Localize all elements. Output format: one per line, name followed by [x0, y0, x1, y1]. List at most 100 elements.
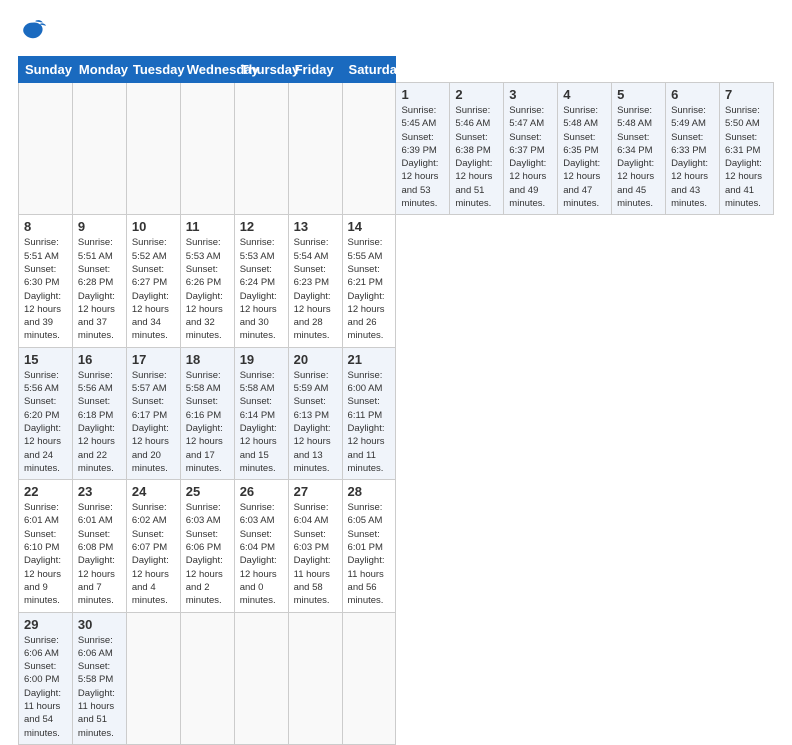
calendar-cell: 2 Sunrise: 5:46 AMSunset: 6:38 PMDaylight…: [450, 83, 504, 215]
calendar-header-wednesday: Wednesday: [180, 57, 234, 83]
calendar-header-sunday: Sunday: [19, 57, 73, 83]
calendar-cell: 20Sunrise: 5:59 AMSunset: 6:13 PMDayligh…: [288, 347, 342, 479]
day-info: Sunrise: 5:49 AMSunset: 6:33 PMDaylight:…: [671, 104, 714, 210]
calendar-cell: 1Sunrise: 5:45 AMSunset: 6:39 PMDaylight…: [396, 83, 450, 215]
day-number: 12: [240, 219, 283, 234]
calendar-cell: [180, 612, 234, 744]
calendar-cell: [234, 83, 288, 215]
day-number: 23: [78, 484, 121, 499]
day-number: 2: [455, 87, 498, 102]
day-number: 9: [78, 219, 121, 234]
calendar-cell: [342, 612, 396, 744]
day-info: Sunrise: 5:48 AMSunset: 6:35 PMDaylight:…: [563, 104, 606, 210]
day-number: 27: [294, 484, 337, 499]
calendar-cell: [19, 83, 73, 215]
day-info: Sunrise: 5:51 AMSunset: 6:28 PMDaylight:…: [78, 236, 121, 342]
calendar-cell: 29 Sunrise: 6:06 AMSunset: 6:00 PMDayligh…: [19, 612, 73, 744]
calendar-cell: 8 Sunrise: 5:51 AMSunset: 6:30 PMDaylight…: [19, 215, 73, 347]
day-number: 8: [24, 219, 67, 234]
calendar-header-thursday: Thursday: [234, 57, 288, 83]
day-number: 1: [401, 87, 444, 102]
calendar-cell: 25Sunrise: 6:03 AMSunset: 6:06 PMDayligh…: [180, 480, 234, 612]
day-number: 28: [348, 484, 391, 499]
day-info: Sunrise: 6:03 AMSunset: 6:04 PMDaylight:…: [240, 501, 283, 607]
calendar-cell: 16 Sunrise: 5:56 AMSunset: 6:18 PMDayligh…: [72, 347, 126, 479]
day-number: 5: [617, 87, 660, 102]
day-info: Sunrise: 5:56 AMSunset: 6:18 PMDaylight:…: [78, 369, 121, 475]
day-info: Sunrise: 6:06 AMSunset: 5:58 PMDaylight:…: [78, 634, 121, 740]
day-info: Sunrise: 5:47 AMSunset: 6:37 PMDaylight:…: [509, 104, 552, 210]
day-info: Sunrise: 6:05 AMSunset: 6:01 PMDaylight:…: [348, 501, 391, 607]
logo-icon: [18, 18, 46, 46]
calendar-cell: 13Sunrise: 5:54 AMSunset: 6:23 PMDayligh…: [288, 215, 342, 347]
calendar-cell: [72, 83, 126, 215]
day-number: 4: [563, 87, 606, 102]
day-info: Sunrise: 5:59 AMSunset: 6:13 PMDaylight:…: [294, 369, 337, 475]
calendar-cell: [288, 83, 342, 215]
day-info: Sunrise: 5:48 AMSunset: 6:34 PMDaylight:…: [617, 104, 660, 210]
day-number: 16: [78, 352, 121, 367]
day-number: 6: [671, 87, 714, 102]
calendar-cell: 7 Sunrise: 5:50 AMSunset: 6:31 PMDaylight…: [719, 83, 773, 215]
calendar-cell: 21Sunrise: 6:00 AMSunset: 6:11 PMDayligh…: [342, 347, 396, 479]
day-number: 24: [132, 484, 175, 499]
calendar-table: SundayMondayTuesdayWednesdayThursdayFrid…: [18, 56, 774, 745]
calendar-header-tuesday: Tuesday: [126, 57, 180, 83]
calendar-cell: 9 Sunrise: 5:51 AMSunset: 6:28 PMDaylight…: [72, 215, 126, 347]
calendar-cell: 22Sunrise: 6:01 AMSunset: 6:10 PMDayligh…: [19, 480, 73, 612]
day-number: 21: [348, 352, 391, 367]
calendar-header-row: SundayMondayTuesdayWednesdayThursdayFrid…: [19, 57, 774, 83]
day-info: Sunrise: 5:57 AMSunset: 6:17 PMDaylight:…: [132, 369, 175, 475]
calendar-week-row: 29 Sunrise: 6:06 AMSunset: 6:00 PMDayligh…: [19, 612, 774, 744]
day-info: Sunrise: 5:58 AMSunset: 6:14 PMDaylight:…: [240, 369, 283, 475]
day-number: 30: [78, 617, 121, 632]
calendar-cell: 4 Sunrise: 5:48 AMSunset: 6:35 PMDaylight…: [558, 83, 612, 215]
calendar-cell: 30 Sunrise: 6:06 AMSunset: 5:58 PMDayligh…: [72, 612, 126, 744]
day-number: 13: [294, 219, 337, 234]
page: SundayMondayTuesdayWednesdayThursdayFrid…: [0, 0, 792, 612]
calendar-cell: 26 Sunrise: 6:03 AMSunset: 6:04 PMDayligh…: [234, 480, 288, 612]
day-info: Sunrise: 5:52 AMSunset: 6:27 PMDaylight:…: [132, 236, 175, 342]
day-info: Sunrise: 5:56 AMSunset: 6:20 PMDaylight:…: [24, 369, 67, 475]
day-info: Sunrise: 6:02 AMSunset: 6:07 PMDaylight:…: [132, 501, 175, 607]
day-number: 10: [132, 219, 175, 234]
day-number: 7: [725, 87, 768, 102]
calendar-cell: 15 Sunrise: 5:56 AMSunset: 6:20 PMDayligh…: [19, 347, 73, 479]
calendar-cell: 3Sunrise: 5:47 AMSunset: 6:37 PMDaylight…: [504, 83, 558, 215]
day-number: 18: [186, 352, 229, 367]
calendar-week-row: 22Sunrise: 6:01 AMSunset: 6:10 PMDayligh…: [19, 480, 774, 612]
day-number: 19: [240, 352, 283, 367]
header: [18, 18, 774, 46]
calendar-header-friday: Friday: [288, 57, 342, 83]
calendar-week-row: 1Sunrise: 5:45 AMSunset: 6:39 PMDaylight…: [19, 83, 774, 215]
calendar-cell: [180, 83, 234, 215]
calendar-cell: 6 Sunrise: 5:49 AMSunset: 6:33 PMDaylight…: [666, 83, 720, 215]
logo: [18, 18, 50, 46]
day-number: 26: [240, 484, 283, 499]
day-info: Sunrise: 5:46 AMSunset: 6:38 PMDaylight:…: [455, 104, 498, 210]
calendar-cell: 17Sunrise: 5:57 AMSunset: 6:17 PMDayligh…: [126, 347, 180, 479]
calendar-cell: [126, 83, 180, 215]
calendar-cell: [288, 612, 342, 744]
day-info: Sunrise: 5:50 AMSunset: 6:31 PMDaylight:…: [725, 104, 768, 210]
day-number: 15: [24, 352, 67, 367]
calendar-header-monday: Monday: [72, 57, 126, 83]
calendar-cell: 10 Sunrise: 5:52 AMSunset: 6:27 PMDayligh…: [126, 215, 180, 347]
day-info: Sunrise: 6:06 AMSunset: 6:00 PMDaylight:…: [24, 634, 67, 740]
day-number: 29: [24, 617, 67, 632]
calendar-cell: 14Sunrise: 5:55 AMSunset: 6:21 PMDayligh…: [342, 215, 396, 347]
calendar-cell: 19 Sunrise: 5:58 AMSunset: 6:14 PMDayligh…: [234, 347, 288, 479]
day-info: Sunrise: 6:04 AMSunset: 6:03 PMDaylight:…: [294, 501, 337, 607]
day-info: Sunrise: 6:03 AMSunset: 6:06 PMDaylight:…: [186, 501, 229, 607]
calendar-cell: 5 Sunrise: 5:48 AMSunset: 6:34 PMDaylight…: [612, 83, 666, 215]
calendar-cell: 24 Sunrise: 6:02 AMSunset: 6:07 PMDayligh…: [126, 480, 180, 612]
day-number: 14: [348, 219, 391, 234]
day-info: Sunrise: 5:51 AMSunset: 6:30 PMDaylight:…: [24, 236, 67, 342]
day-info: Sunrise: 5:58 AMSunset: 6:16 PMDaylight:…: [186, 369, 229, 475]
calendar-cell: 11Sunrise: 5:53 AMSunset: 6:26 PMDayligh…: [180, 215, 234, 347]
calendar-cell: [126, 612, 180, 744]
calendar-cell: [342, 83, 396, 215]
day-number: 11: [186, 219, 229, 234]
calendar-week-row: 8 Sunrise: 5:51 AMSunset: 6:30 PMDaylight…: [19, 215, 774, 347]
day-info: Sunrise: 6:01 AMSunset: 6:10 PMDaylight:…: [24, 501, 67, 607]
